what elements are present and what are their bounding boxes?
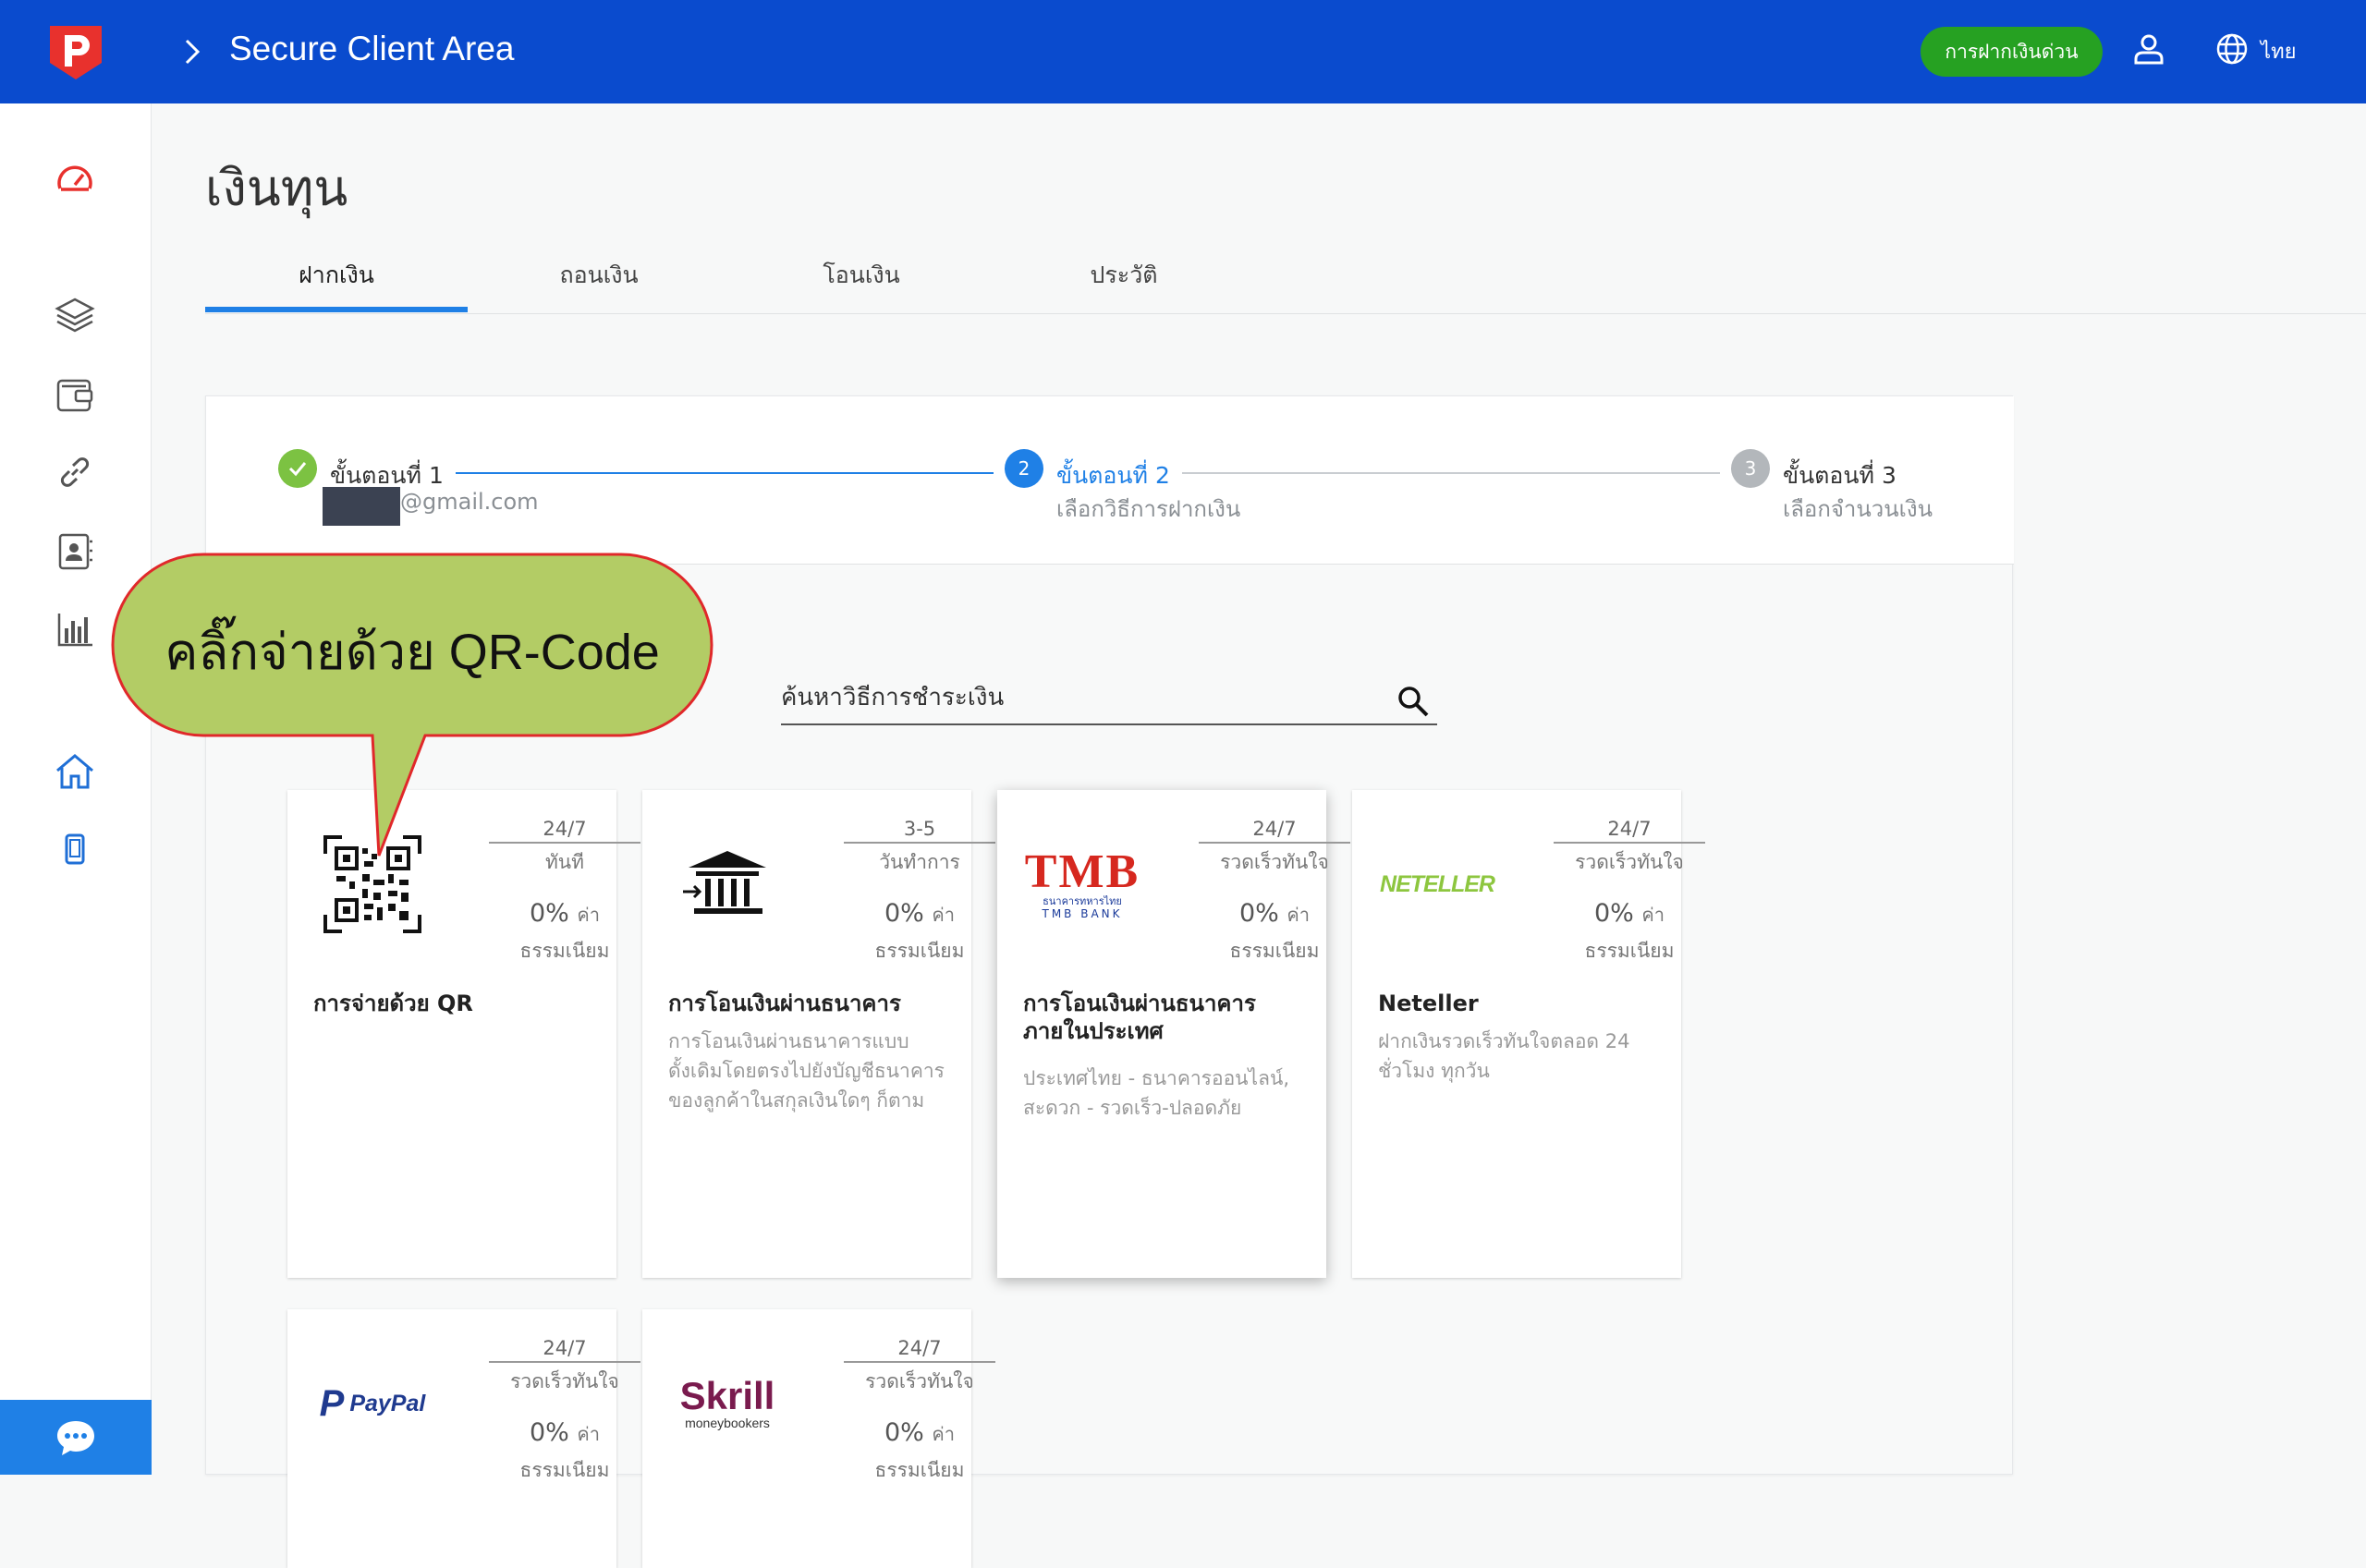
tab-withdraw[interactable]: ถอนเงิน (468, 257, 730, 294)
step-2-title: ขั้นตอนที่ 2 (1056, 462, 1170, 489)
method-name: การโอนเงินผ่านธนาคาร (668, 991, 901, 1016)
payment-method-search (781, 674, 1437, 725)
tab-history[interactable]: ประวัติ (993, 257, 1255, 294)
method-availability: 24/7 (1554, 818, 1705, 844)
method-card-skrill[interactable]: Skrill moneybookers 24/7 รวดเร็วทันใจ 0%… (642, 1309, 995, 1568)
step-2-number: 2 (1005, 449, 1043, 488)
language-selector[interactable]: ไทย (2261, 35, 2296, 67)
method-card-neteller[interactable]: NETELLER 24/7 รวดเร็วทันใจ 0% ค่า ธรรมเน… (1352, 790, 1705, 1278)
chat-bubble-icon (57, 1420, 94, 1455)
top-bar: Secure Client Area การฝากเงินด่วน ไทย (0, 0, 2366, 103)
callout-text: คลิ๊กจ่ายด้วย QR-Code (165, 625, 660, 680)
method-speed: วันทำการ (879, 851, 960, 873)
page-title: เงินทุน (205, 159, 348, 217)
bar-chart-icon[interactable] (54, 608, 96, 650)
method-name: Neteller (1378, 991, 1479, 1016)
method-availability: 24/7 (489, 1337, 640, 1363)
method-card-bank-wire[interactable]: 3-5 วันทำการ 0% ค่า ธรรมเนียม การโอนเงิน… (642, 790, 995, 1278)
method-fee: 0% ค่า (529, 1418, 601, 1447)
paypal-logo: P PayPal (319, 1382, 426, 1424)
step-1-check-icon (278, 449, 317, 488)
method-name: การโอนเงินผ่านธนาคารภายในประเทศ (1023, 991, 1256, 1044)
dashboard-speedometer-icon[interactable] (54, 159, 96, 201)
method-card-qr[interactable]: 24/7 ทันที 0% ค่า ธรรมเนียม การจ่ายด้วย … (287, 790, 640, 1278)
method-fee: 0% ค่า (884, 1418, 956, 1447)
method-fee-label: ธรรมเนียม (874, 1459, 965, 1481)
step-1-email: @gmail.com (400, 489, 539, 515)
method-availability: 3-5 (844, 818, 995, 844)
pepperstone-logo-icon[interactable] (44, 20, 107, 83)
link-icon[interactable] (54, 451, 96, 493)
method-card-paypal[interactable]: P PayPal 24/7 รวดเร็วทันใจ 0% ค่า ธรรมเน… (287, 1309, 640, 1568)
mobile-icon[interactable] (54, 828, 96, 870)
funds-tabs: ฝากเงิน ถอนเงิน โอนเงิน ประวัติ (205, 249, 2366, 314)
active-tab-indicator (205, 307, 468, 312)
globe-icon[interactable] (2214, 31, 2250, 67)
method-speed: รวดเร็วทันใจ (1220, 851, 1329, 873)
express-deposit-button[interactable]: การฝากเงินด่วน (1921, 27, 2103, 77)
method-speed: รวดเร็วทันใจ (865, 1370, 974, 1392)
method-speed: รวดเร็วทันใจ (510, 1370, 619, 1392)
user-icon[interactable] (2131, 31, 2166, 67)
step-connector-1 (456, 472, 994, 474)
callout-bubble (111, 553, 713, 857)
masked-email-redaction (323, 487, 400, 526)
search-input[interactable] (781, 674, 1372, 722)
method-fee-label: ธรรมเนียม (519, 940, 610, 962)
method-speed: รวดเร็วทันใจ (1575, 851, 1684, 873)
step-3-subtitle: เลือกจำนวนเงิน (1783, 496, 1933, 522)
step-3-title: ขั้นตอนที่ 3 (1783, 462, 1896, 489)
chat-button[interactable] (0, 1400, 152, 1475)
method-fee-label: ธรรมเนียม (1229, 940, 1320, 962)
search-icon[interactable] (1396, 685, 1430, 718)
step-connector-2 (1182, 472, 1720, 474)
method-fee: 0% ค่า (529, 899, 601, 928)
method-description: ฝากเงินรวดเร็วทันใจตลอด 24 ชั่วโมง ทุกวั… (1378, 1030, 1630, 1082)
step-2-subtitle: เลือกวิธีการฝากเงิน (1056, 496, 1241, 522)
method-fee: 0% ค่า (884, 899, 956, 928)
step-3-number: 3 (1731, 449, 1770, 488)
home-icon[interactable] (54, 750, 96, 793)
app-title: Secure Client Area (229, 30, 515, 67)
method-fee-label: ธรรมเนียม (874, 940, 965, 962)
tab-deposit[interactable]: ฝากเงิน (205, 257, 468, 294)
chevron-right-icon (185, 39, 201, 65)
wallet-icon[interactable] (54, 373, 96, 416)
method-fee: 0% ค่า (1593, 899, 1665, 928)
method-description: ประเทศไทย - ธนาคารออนไลน์, สะดวก - รวดเร… (1023, 1067, 1290, 1119)
method-description: การโอนเงินผ่านธนาคารแบบดั้งเดิมโดยตรงไปย… (668, 1030, 945, 1112)
contact-book-icon[interactable] (54, 530, 96, 573)
method-availability: 24/7 (1199, 818, 1350, 844)
method-availability: 24/7 (844, 1337, 995, 1363)
layers-icon[interactable] (54, 294, 96, 336)
skrill-logo: Skrill moneybookers (679, 1374, 775, 1431)
method-fee-label: ธรรมเนียม (1584, 940, 1675, 962)
tab-transfer[interactable]: โอนเงิน (730, 257, 993, 294)
method-fee-label: ธรรมเนียม (519, 1459, 610, 1481)
method-card-local-bank[interactable]: TMB ธนาคารทหารไทย TMB BANK 24/7 รวดเร็วท… (997, 790, 1350, 1278)
stepper: ขั้นตอนที่ 1 @gmail.com 2 ขั้นตอนที่ 2 เ… (206, 396, 2014, 565)
tmb-bank-logo: TMB ธนาคารทหารไทย TMB BANK (1024, 845, 1140, 920)
neteller-logo: NETELLER (1380, 870, 1495, 897)
method-fee: 0% ค่า (1238, 899, 1311, 928)
method-name: การจ่ายด้วย QR (313, 991, 473, 1016)
